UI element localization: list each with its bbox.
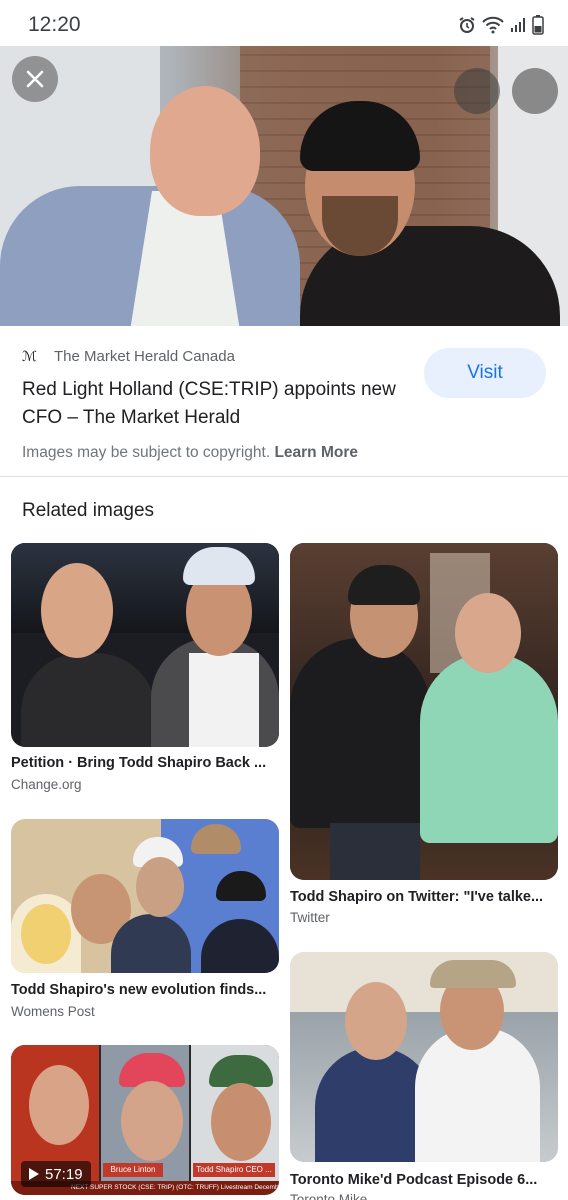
battery-icon <box>532 15 544 35</box>
related-image-card[interactable]: Petition · Bring Todd Shapiro Back ... C… <box>11 543 279 803</box>
video-duration-badge: 57:19 <box>21 1161 91 1187</box>
thumb-person-3-head <box>211 1083 271 1161</box>
related-images-heading: Related images <box>22 500 155 521</box>
thumb-storefront-sign <box>290 952 558 1012</box>
result-headline[interactable]: Red Light Holland (CSE:TRIP) appoints ne… <box>22 376 402 432</box>
thumb-person-1-hair <box>21 904 71 964</box>
related-image-card[interactable]: Todd Shapiro on Twitter: "I've talke... … <box>290 543 558 933</box>
related-title[interactable]: Toronto Mike'd Podcast Episode 6... <box>290 1172 552 1188</box>
related-thumbnail[interactable]: Bruce Linton Todd Shapiro CEO ... NEXT S… <box>11 1045 279 1195</box>
thumb-label-todd: Todd Shapiro CEO ... <box>193 1163 275 1177</box>
visit-button[interactable]: Visit <box>424 348 546 398</box>
thumb-person-left-head <box>41 563 113 658</box>
thumb-person-right-shirt <box>420 653 558 843</box>
status-icons <box>458 15 544 35</box>
related-thumbnail[interactable] <box>290 543 558 880</box>
related-thumbnail[interactable] <box>290 952 558 1162</box>
alarm-icon <box>459 17 475 33</box>
source-name[interactable]: The Market Herald Canada <box>54 348 235 365</box>
hero-image[interactable] <box>0 46 568 326</box>
status-time: 12:20 <box>28 13 81 36</box>
thumb-person-left-jacket <box>21 653 156 747</box>
related-video-card[interactable]: Bruce Linton Todd Shapiro CEO ... NEXT S… <box>11 1045 279 1200</box>
close-button[interactable] <box>12 56 58 102</box>
thumb-label-bruce: Bruce Linton <box>103 1163 163 1177</box>
related-image-card[interactable]: Toronto Mike'd Podcast Episode 6... Toro… <box>290 952 558 1200</box>
video-duration: 57:19 <box>45 1165 83 1183</box>
related-source: Toronto Mike <box>290 1192 368 1200</box>
related-source: Womens Post <box>11 1004 95 1019</box>
related-thumbnail[interactable] <box>11 819 279 973</box>
related-image-card[interactable]: Todd Shapiro's new evolution finds... Wo… <box>11 819 279 1024</box>
thumb-person-left-head <box>345 982 407 1060</box>
wifi-icon <box>482 16 504 34</box>
copyright-text: Images may be subject to copyright. <box>22 444 271 461</box>
related-title[interactable]: Todd Shapiro on Twitter: "I've talke... <box>290 889 550 905</box>
related-title[interactable]: Petition · Bring Todd Shapiro Back ... <box>11 755 279 771</box>
related-source: Twitter <box>290 910 330 925</box>
thumb-person-1-head <box>29 1065 89 1145</box>
divider <box>0 476 568 477</box>
more-options-button[interactable] <box>512 68 558 114</box>
thumb-person-3-head <box>136 857 184 917</box>
share-button[interactable] <box>454 68 500 114</box>
source-logo: ℳ <box>22 348 37 365</box>
related-source: Change.org <box>11 777 82 792</box>
status-bar: 12:20 <box>0 0 568 46</box>
play-icon <box>29 1168 39 1180</box>
learn-more-link[interactable]: Learn More <box>274 444 358 461</box>
related-title[interactable]: Todd Shapiro's new evolution finds... <box>11 982 273 998</box>
thumb-person-left-jeans <box>330 823 420 880</box>
thumb-person-left-shirt <box>290 638 430 828</box>
related-thumbnail[interactable] <box>11 543 279 747</box>
source-row[interactable]: ℳ The Market Herald Canada <box>22 348 235 365</box>
close-icon <box>26 70 44 88</box>
signal-icon <box>511 18 525 32</box>
hero-person-left-head <box>150 86 260 216</box>
thumb-person-right-head <box>455 593 521 673</box>
result-info-panel: ℳ The Market Herald Canada Red Light Hol… <box>0 326 568 476</box>
copyright-notice: Images may be subject to copyright. Lear… <box>22 444 358 462</box>
thumb-person-2-head <box>121 1081 183 1161</box>
thumb-person-right-hat <box>430 960 516 988</box>
thumb-person-right-shirt <box>189 653 259 747</box>
